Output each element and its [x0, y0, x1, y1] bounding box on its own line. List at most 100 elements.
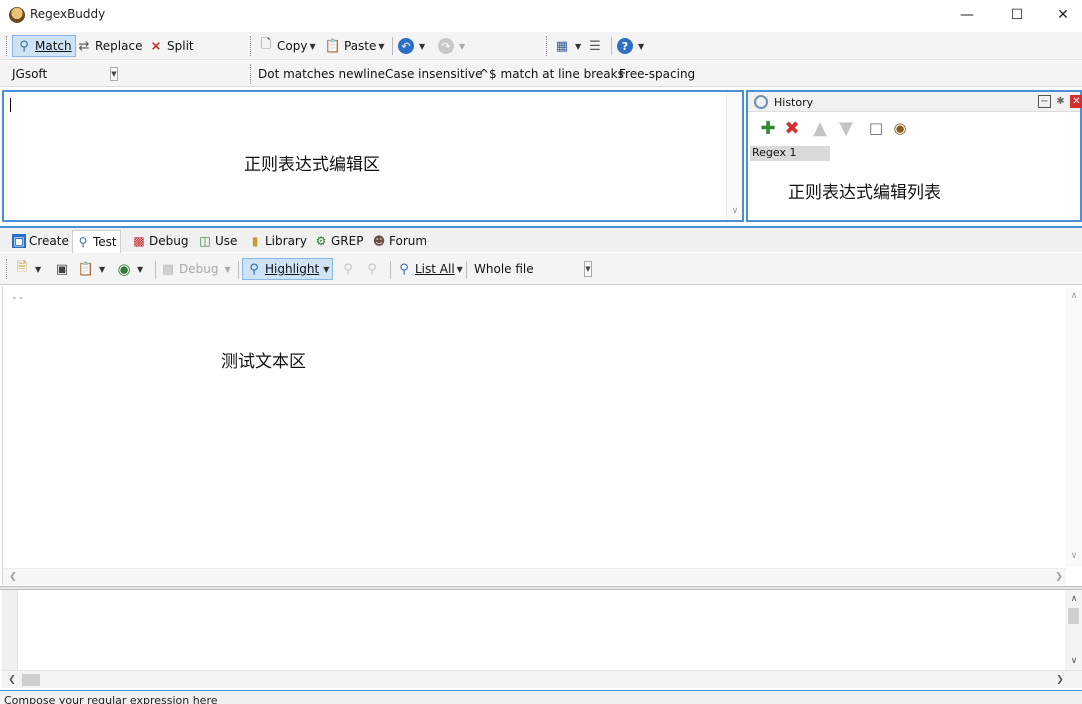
free-spacing-toggle[interactable]: Free-spacing	[619, 67, 695, 81]
layout-button[interactable]: ▦ ▼	[554, 35, 581, 57]
redo-button[interactable]: ↷ ▼	[438, 35, 465, 57]
close-button[interactable]: ✕	[1040, 0, 1082, 30]
tab-forum[interactable]: ☻ Forum	[368, 230, 431, 252]
split-label: Split	[167, 39, 194, 53]
help-button[interactable]: ? ▼	[617, 35, 644, 57]
match-button[interactable]: ⚲ Match	[12, 35, 76, 57]
tab-library[interactable]: ▮ Library	[244, 230, 311, 252]
chevron-down-icon: ▼	[459, 41, 466, 51]
chevron-down-icon: ▼	[638, 41, 645, 51]
copy-button[interactable]: 🗋 Copy ▼	[258, 35, 316, 57]
results-area[interactable]: ∧ ∨ ❮ ❯	[2, 590, 1082, 688]
tab-use[interactable]: ◫ Use	[194, 230, 241, 252]
copy-icon: 🗋	[260, 37, 272, 52]
zoom-out-button[interactable]: ⚲	[364, 258, 383, 280]
magnifier-icon: ⚲	[249, 261, 259, 277]
window-title: RegexBuddy	[30, 7, 106, 21]
bug-icon: ▩	[161, 261, 175, 277]
text-caret	[10, 98, 11, 112]
delete-icon[interactable]: ✖	[782, 118, 802, 139]
scroll-up-icon[interactable]: ∧	[1066, 289, 1082, 303]
function-tabs: ▣ Create ⚲ Test ▩ Debug ◫ Use ▮ Library …	[0, 226, 1082, 254]
regex-editor[interactable]: 正则表达式编辑区 ∨	[2, 90, 744, 222]
split-icon: ⨯	[150, 38, 162, 54]
list-view-button[interactable]: ☰	[587, 35, 606, 57]
highlight-button[interactable]: ⚲ Highlight ▼	[242, 258, 334, 280]
web-button[interactable]: ◉ ▼	[116, 258, 143, 280]
save-disk-icon: ▣	[12, 234, 26, 248]
tab-label: Create	[29, 234, 69, 248]
regexbuddy-logo-icon	[9, 7, 25, 23]
chevron-down-icon: ▼	[224, 264, 231, 274]
scroll-left-icon[interactable]: ❮	[4, 673, 20, 687]
toolbar-grip[interactable]	[546, 36, 549, 56]
close-icon[interactable]: ✕	[1070, 95, 1082, 108]
forum-users-icon: ☻	[372, 234, 386, 248]
debug-button[interactable]: ▩ Debug ▼	[160, 258, 231, 280]
zoom-in-button[interactable]: ⚲	[340, 258, 359, 280]
toolbar-separator	[392, 37, 393, 55]
chevron-down-icon: ▼	[137, 264, 144, 274]
add-icon[interactable]: ✚	[758, 118, 778, 139]
minimize-button[interactable]: —	[944, 0, 990, 30]
toolbar-grip[interactable]	[6, 36, 9, 56]
list-icon: ☰	[589, 38, 601, 54]
scope-select[interactable]: Whole file ▼	[470, 259, 592, 279]
regexbuddy-icon[interactable]: ◉	[890, 118, 910, 138]
move-down-icon[interactable]: ▼	[836, 118, 856, 139]
save-file-button[interactable]: ▣	[54, 258, 73, 280]
chevron-down-icon: ▼	[575, 41, 582, 51]
replace-button[interactable]: ⇄ Replace	[76, 35, 143, 57]
regex-vertical-scrollbar[interactable]: ∨	[726, 92, 742, 220]
tab-test[interactable]: ⚲ Test	[72, 230, 121, 254]
results-vertical-scrollbar[interactable]: ∧ ∨	[1065, 590, 1082, 670]
toolbar-grip[interactable]	[6, 259, 9, 279]
toolbar-grip[interactable]	[250, 64, 253, 84]
results-gutter	[2, 590, 18, 670]
scroll-down-icon[interactable]: ∨	[1066, 549, 1082, 563]
code-icon: ◫	[199, 234, 211, 248]
status-bar: Compose your regular expression here	[0, 690, 1082, 704]
test-vertical-scrollbar[interactable]: ∧ ∨	[1065, 287, 1082, 567]
move-up-icon[interactable]: ▲	[810, 118, 830, 139]
scroll-up-icon[interactable]: ∧	[1066, 592, 1082, 606]
undo-button[interactable]: ↶ ▼	[398, 35, 425, 57]
tab-create[interactable]: ▣ Create	[8, 230, 73, 252]
tab-grep[interactable]: ⚙ GREP	[310, 230, 367, 252]
scroll-down-icon[interactable]: ∨	[1066, 654, 1082, 668]
match-label: Match	[35, 39, 72, 53]
open-file-button[interactable]: 🗎 ▼	[14, 258, 41, 280]
magnifier-icon: ⚲	[19, 38, 29, 54]
paste-test-button[interactable]: 📋 ▼	[78, 258, 105, 280]
dot-matches-newline-toggle[interactable]: Dot matches newline	[258, 67, 385, 81]
undo-icon: ↶	[398, 38, 414, 54]
tab-debug[interactable]: ▩ Debug	[128, 230, 192, 252]
new-document-icon[interactable]: □	[866, 118, 886, 138]
scroll-down-icon[interactable]: ∨	[727, 204, 743, 218]
chevron-down-icon: ▼	[419, 41, 426, 51]
history-panel: History − ✱ ✕ ✚ ✖ ▲ ▼ □ ◉ Regex 1 正则表达式编…	[746, 90, 1082, 222]
magnifier-icon: ⚲	[399, 261, 409, 277]
pin-icon[interactable]: ✱	[1054, 95, 1067, 108]
case-insensitive-toggle[interactable]: Case insensitive	[385, 67, 482, 81]
panel-menu-icon[interactable]: −	[1038, 95, 1051, 108]
scroll-left-icon[interactable]: ❮	[5, 570, 21, 584]
paste-button[interactable]: 📋 Paste ▼	[325, 35, 385, 57]
scroll-thumb[interactable]	[22, 674, 40, 686]
regex-flavor-select[interactable]: JGsoft ▼	[8, 64, 120, 84]
toolbar-separator	[238, 261, 239, 279]
test-horizontal-scrollbar[interactable]: ❮ ❯	[3, 568, 1066, 585]
scroll-right-icon[interactable]: ❯	[1051, 570, 1067, 584]
list-all-label: List All	[415, 262, 455, 276]
list-all-button[interactable]: ⚲ List All ▼	[396, 258, 463, 280]
history-item[interactable]: Regex 1	[750, 146, 830, 161]
maximize-button[interactable]: ☐	[994, 0, 1040, 30]
test-text-content: --	[11, 291, 25, 304]
line-breaks-toggle[interactable]: ^$ match at line breaks	[479, 67, 624, 81]
scroll-thumb[interactable]	[1068, 608, 1079, 624]
scroll-right-icon[interactable]: ❯	[1052, 673, 1068, 687]
results-horizontal-scrollbar[interactable]: ❮ ❯	[2, 670, 1082, 688]
toolbar-grip[interactable]	[250, 36, 253, 56]
split-button[interactable]: ⨯ Split	[148, 35, 194, 57]
test-text-area[interactable]: -- 测试文本区 ∧ ∨ ❮ ❯	[2, 287, 1082, 585]
